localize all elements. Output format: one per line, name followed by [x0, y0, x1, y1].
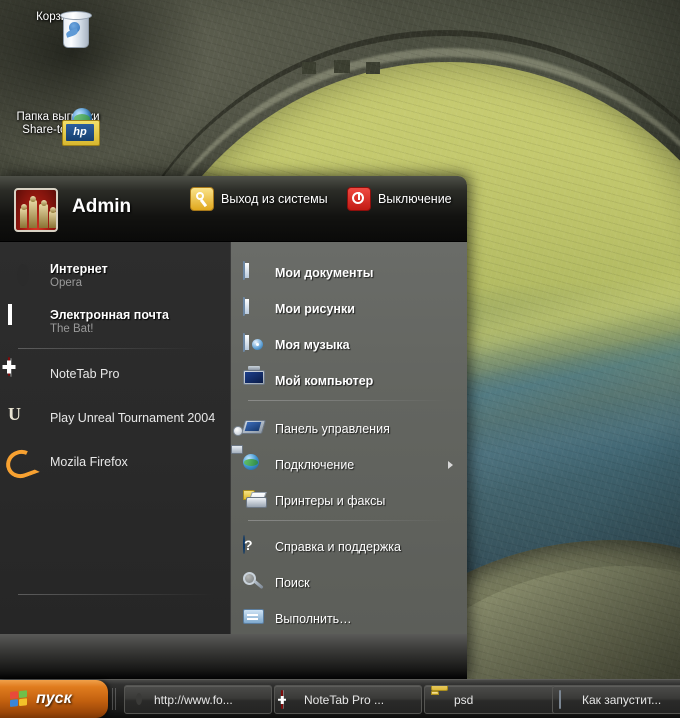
- pictures-icon: [243, 297, 265, 320]
- desktop-icon-label: Корзина: [36, 11, 80, 23]
- taskbar-button-label: NoteTab Pro ...: [304, 692, 385, 707]
- start-button-label: пуск: [36, 690, 72, 707]
- start-item-label: Принтеры и факсы: [275, 494, 386, 508]
- taskbar-button-document[interactable]: Как запустит...: [552, 685, 680, 714]
- windows-flag-icon: [10, 689, 29, 709]
- logoff-label: Выход из системы: [221, 192, 328, 206]
- opera-icon: [131, 691, 148, 708]
- start-menu-separator: [18, 594, 214, 595]
- run-icon: [243, 608, 265, 630]
- start-item-label: Мои документы: [275, 266, 374, 280]
- start-menu-left-panel: [0, 242, 231, 634]
- chevron-right-icon: [448, 461, 453, 469]
- start-item-control-panel[interactable]: Панель управления: [231, 416, 467, 442]
- start-item-my-pictures[interactable]: Мои рисунки: [231, 296, 467, 322]
- start-item-play-unreal-tournament[interactable]: Play Unreal Tournament 2004: [0, 398, 230, 438]
- computer-icon: [243, 366, 265, 392]
- start-item-search[interactable]: Поиск: [231, 570, 467, 596]
- key-icon: [190, 187, 214, 211]
- start-item-label: Подключение: [275, 458, 355, 472]
- start-item-notetab-pro[interactable]: NoteTab Pro: [0, 354, 230, 394]
- start-item-label: Поиск: [275, 576, 310, 590]
- start-item-internet-opera[interactable]: Интернет Opera: [0, 256, 230, 296]
- taskbar-button-label: psd: [454, 692, 474, 707]
- start-item-title: Интернет: [50, 262, 108, 276]
- power-icon: [347, 187, 371, 211]
- taskbar-grip[interactable]: [112, 688, 117, 710]
- taskbar-button-label: Как запустит...: [582, 692, 662, 707]
- start-item-run[interactable]: Выполнить…: [231, 606, 467, 632]
- user-avatar[interactable]: [14, 188, 58, 232]
- documents-icon: [243, 261, 265, 284]
- start-item-printers-and-faxes[interactable]: Принтеры и факсы: [231, 488, 467, 514]
- start-menu-footer: [0, 634, 467, 680]
- notetab-icon: [8, 357, 40, 390]
- music-icon: [243, 333, 265, 356]
- taskbar-button-opera[interactable]: http://www.fo...: [124, 685, 272, 714]
- shutdown-button[interactable]: Выключение: [347, 187, 452, 211]
- start-item-help-and-support[interactable]: Справка и поддержка: [231, 534, 467, 560]
- start-item-email-thebat[interactable]: Электронная почта The Bat!: [0, 302, 230, 342]
- help-icon: [243, 535, 265, 558]
- shutdown-label: Выключение: [378, 192, 452, 206]
- taskbar-button-psd-folder[interactable]: psd: [424, 685, 572, 714]
- logoff-button[interactable]: Выход из системы: [190, 187, 328, 211]
- start-button[interactable]: пуск: [0, 680, 108, 718]
- start-item-label: Мой компьютер: [275, 374, 374, 388]
- start-item-network-connection[interactable]: Подключение: [231, 445, 467, 478]
- start-item-title: Play Unreal Tournament 2004: [50, 411, 216, 425]
- desktop-icon-share-to-web[interactable]: hp Папка выгрузки Share-to-Web: [3, 108, 113, 146]
- start-item-my-computer[interactable]: Мой компьютер: [231, 366, 467, 394]
- taskbar-button-notetab[interactable]: NoteTab Pro ...: [274, 685, 422, 714]
- taskbar-button-label: http://www.fo...: [154, 692, 233, 707]
- start-item-subtitle: The Bat!: [50, 323, 94, 335]
- thebat-icon: [8, 304, 40, 338]
- desktop-icon-recycle-bin[interactable]: Корзина: [8, 8, 108, 48]
- start-item-label: Справка и поддержка: [275, 540, 401, 554]
- printer-icon: [243, 490, 267, 512]
- start-menu-separator: [248, 400, 448, 401]
- unreal-icon: [8, 402, 40, 434]
- start-item-subtitle: Opera: [50, 277, 82, 289]
- start-item-label: Мои рисунки: [275, 302, 355, 316]
- start-item-label: Панель управления: [275, 422, 390, 436]
- start-item-my-documents[interactable]: Мои документы: [231, 260, 467, 286]
- user-name: Admin: [72, 196, 132, 217]
- opera-icon: [8, 260, 40, 292]
- start-menu-separator: [248, 520, 448, 521]
- start-menu-separator: [18, 348, 198, 349]
- notetab-icon: [281, 690, 298, 709]
- taskbar: пуск http://www.fo... NoteTab Pro ... ps…: [0, 679, 680, 718]
- network-icon: [231, 445, 265, 476]
- control-panel-icon: [233, 418, 265, 440]
- start-item-my-music[interactable]: Моя музыка: [231, 332, 467, 358]
- start-item-title: Электронная почта: [50, 308, 169, 322]
- start-item-title: Mozila Firefox: [50, 455, 128, 469]
- start-menu: Admin Интернет Opera Электронная почта T…: [0, 176, 467, 680]
- start-item-label: Моя музыка: [275, 338, 350, 352]
- folder-icon: [431, 691, 448, 708]
- start-item-title: NoteTab Pro: [50, 367, 120, 381]
- search-icon: [243, 572, 265, 594]
- app-window-icon: [559, 690, 576, 709]
- start-item-label: Выполнить…: [275, 612, 352, 626]
- start-item-mozilla-firefox[interactable]: Mozila Firefox: [0, 442, 230, 482]
- firefox-icon: [8, 446, 40, 478]
